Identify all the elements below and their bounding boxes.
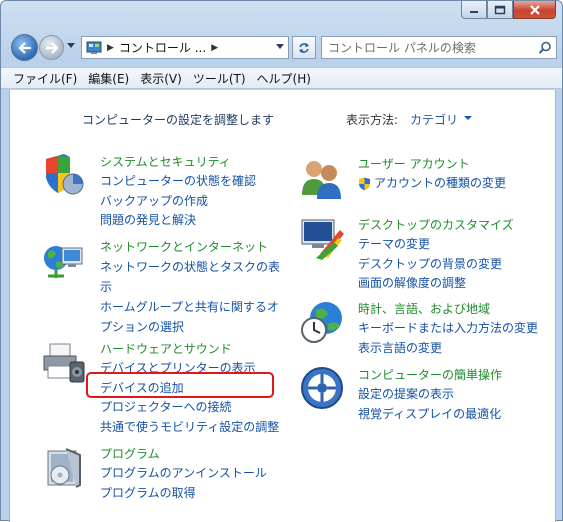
view-by-label: 表示方法: <box>346 113 399 127</box>
category-title-system[interactable]: システムとセキュリティ <box>100 153 290 172</box>
menu-bar: ファイル(F) 編集(E) 表示(V) ツール(T) ヘルプ(H) <box>1 67 562 89</box>
view-by-dropdown[interactable]: カテゴリ <box>410 111 458 128</box>
maximize-icon <box>494 5 506 14</box>
back-arrow-icon <box>17 41 31 54</box>
category-title-hardware[interactable]: ハードウェアとサウンド <box>100 340 290 359</box>
user-accounts-icon[interactable] <box>300 155 344 199</box>
uninstall-highlight-box <box>86 372 274 398</box>
link-get-programs[interactable]: プログラムの取得 <box>100 484 290 504</box>
control-panel-window: ▶ コントロール ... ▶ ファイル(F) 編集(E) 表示(V) ツール(T… <box>0 0 563 522</box>
link-change-account-type-label: アカウントの種類の変更 <box>374 176 507 190</box>
maximize-button[interactable] <box>487 1 513 19</box>
printer-icon[interactable] <box>42 340 86 384</box>
link-change-keyboard-input[interactable]: キーボードまたは入力方法の変更 <box>358 319 548 339</box>
link-homegroup-sharing[interactable]: ホームグループと共有に関するオプションの選択 <box>100 297 285 337</box>
caption-buttons <box>461 1 556 19</box>
breadcrumb-separator-icon[interactable]: ▶ <box>211 43 218 53</box>
link-adjust-resolution[interactable]: 画面の解像度の調整 <box>358 274 548 294</box>
link-mobility-settings[interactable]: 共通で使うモビリティ設定の調整 <box>100 418 290 438</box>
navigation-bar: ▶ コントロール ... ▶ <box>9 34 557 62</box>
link-change-account-type[interactable]: アカウントの種類の変更 <box>358 174 548 194</box>
forward-button[interactable] <box>39 35 64 60</box>
desktop-customize-icon[interactable] <box>300 216 344 260</box>
globe-clock-icon[interactable] <box>300 300 344 344</box>
link-optimize-display[interactable]: 視覚ディスプレイの最適化 <box>358 405 548 425</box>
uac-shield-icon <box>359 177 370 191</box>
category-title-user-accounts[interactable]: ユーザー アカウント <box>358 155 548 174</box>
close-button[interactable] <box>513 1 556 19</box>
link-check-computer-status[interactable]: コンピューターの状態を確認 <box>100 172 290 192</box>
ease-of-access-icon[interactable] <box>300 366 344 410</box>
recent-pages-dropdown-icon[interactable] <box>67 43 75 49</box>
refresh-icon <box>299 42 309 53</box>
content-pane: コンピューターの設定を調整します 表示方法: カテゴリ システムとセキュリティ … <box>9 90 556 522</box>
back-button[interactable] <box>11 34 38 61</box>
search-icon[interactable] <box>538 41 552 55</box>
control-panel-icon <box>86 41 102 54</box>
link-change-display-language[interactable]: 表示言語の変更 <box>358 339 548 359</box>
search-box[interactable] <box>321 36 557 59</box>
link-settings-suggestions[interactable]: 設定の提案の表示 <box>358 385 548 405</box>
link-uninstall-program[interactable]: プログラムのアンインストール <box>100 464 290 484</box>
view-by-chevron-down-icon[interactable] <box>464 116 472 121</box>
network-globe-icon[interactable] <box>42 238 86 282</box>
menu-tools[interactable]: ツール(T) <box>193 70 246 87</box>
menu-view[interactable]: 表示(V) <box>140 70 182 87</box>
category-title-clock[interactable]: 時計、言語、および地域 <box>358 300 548 319</box>
refresh-button[interactable] <box>292 36 316 59</box>
link-troubleshoot[interactable]: 問題の発見と解決 <box>100 211 290 231</box>
category-title-network[interactable]: ネットワークとインターネット <box>100 238 290 257</box>
minimize-icon <box>470 10 478 13</box>
minimize-button[interactable] <box>461 1 487 19</box>
menu-help[interactable]: ヘルプ(H) <box>257 70 311 87</box>
link-change-background[interactable]: デスクトップの背景の変更 <box>358 255 548 275</box>
link-change-theme[interactable]: テーマの変更 <box>358 235 548 255</box>
breadcrumb-separator-icon[interactable]: ▶ <box>107 43 114 53</box>
link-network-status[interactable]: ネットワークの状態とタスクの表示 <box>100 257 285 297</box>
close-icon <box>529 4 540 15</box>
menu-file[interactable]: ファイル(F) <box>13 70 77 87</box>
category-title-ease[interactable]: コンピューターの簡単操作 <box>358 366 548 385</box>
address-dropdown-icon[interactable] <box>276 44 284 50</box>
search-input[interactable] <box>328 40 538 55</box>
category-title-programs[interactable]: プログラム <box>100 445 290 464</box>
forward-arrow-icon <box>45 41 59 54</box>
address-bar[interactable]: ▶ コントロール ... ▶ <box>81 36 289 59</box>
breadcrumb-location[interactable]: コントロール ... <box>119 39 206 56</box>
category-title-appearance[interactable]: デスクトップのカスタマイズ <box>358 216 548 235</box>
menu-edit[interactable]: 編集(E) <box>88 70 129 87</box>
link-create-backup[interactable]: バックアップの作成 <box>100 192 290 212</box>
programs-box-icon[interactable] <box>42 445 86 489</box>
security-shield-icon[interactable] <box>42 153 86 197</box>
link-connect-projector[interactable]: プロジェクターへの接続 <box>100 398 290 418</box>
page-title: コンピューターの設定を調整します <box>82 113 275 127</box>
